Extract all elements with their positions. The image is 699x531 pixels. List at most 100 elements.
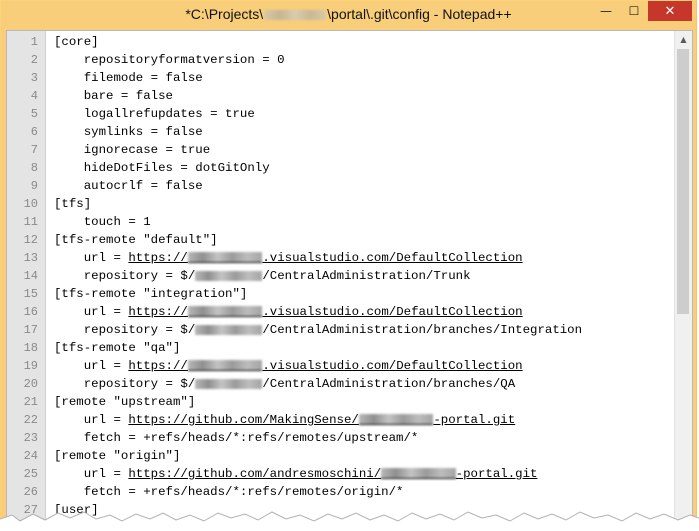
editor-line[interactable]: 14 repository = $/ /CentralAdministration… xyxy=(7,267,674,285)
url-link[interactable]: https:// xyxy=(128,251,188,265)
editor-line[interactable]: 6 symlinks = false xyxy=(7,123,674,141)
code-token: [tfs] xyxy=(54,197,92,211)
redacted-text[interactable] xyxy=(187,252,263,264)
url-link[interactable]: .visualstudio.com/DefaultCollection xyxy=(262,251,522,265)
url-link[interactable]: .visualstudio.com/DefaultCollection xyxy=(262,359,522,373)
editor-line[interactable]: 23 fetch = +refs/heads/*:refs/remotes/up… xyxy=(7,429,674,447)
code-token: /CentralAdministration/branches/QA xyxy=(262,377,516,391)
editor-line[interactable]: 27 [user] xyxy=(7,501,674,519)
editor-line[interactable]: 19 url = https:// .visualstudio.com/Defau… xyxy=(7,357,674,375)
code-token: repositoryformatversion = 0 xyxy=(54,53,285,67)
line-text: filemode = false xyxy=(54,69,203,87)
line-text: symlinks = false xyxy=(54,123,203,141)
line-text: ignorecase = true xyxy=(54,141,210,159)
code-token: repository = $/ xyxy=(54,323,196,337)
title-suffix: \portal\.git\config - Notepad++ xyxy=(327,6,512,22)
editor-line[interactable]: 26 fetch = +refs/heads/*:refs/remotes/or… xyxy=(7,483,674,501)
editor-line[interactable]: 2 repositoryformatversion = 0 xyxy=(7,51,674,69)
code-token: symlinks = false xyxy=(54,125,203,139)
redacted-text[interactable] xyxy=(381,468,456,480)
text-editor[interactable]: 1 [core] 2 repositoryformatversion = 03 fi… xyxy=(6,30,693,528)
editor-line[interactable]: 3 filemode = false xyxy=(7,69,674,87)
scrollbar-thumb[interactable] xyxy=(677,49,689,314)
line-number: 6 xyxy=(30,125,38,139)
line-number: 13 xyxy=(23,251,38,265)
line-number: 2 xyxy=(30,53,38,67)
editor-line[interactable]: 15 [tfs-remote "integration"] xyxy=(7,285,674,303)
line-number: 26 xyxy=(23,485,38,499)
redacted-text[interactable] xyxy=(358,414,434,426)
editor-line[interactable]: 16 url = https:// .visualstudio.com/Defau… xyxy=(7,303,674,321)
line-text: repository = $/ /CentralAdministration/Tr… xyxy=(54,267,471,285)
code-token: /CentralAdministration/Trunk xyxy=(262,269,471,283)
editor-line[interactable]: 25 url = https://github.com/andresmoschi… xyxy=(7,465,674,483)
editor-line[interactable]: 8 hideDotFiles = dotGitOnly xyxy=(7,159,674,177)
editor-line[interactable]: 4 bare = false xyxy=(7,87,674,105)
line-text: autocrlf = false xyxy=(54,177,203,195)
redacted-text[interactable] xyxy=(187,306,263,318)
maximize-button[interactable]: ☐ xyxy=(620,1,648,21)
editor-line[interactable]: 9 autocrlf = false xyxy=(7,177,674,195)
redacted-text xyxy=(195,378,263,389)
line-number: 7 xyxy=(30,143,38,157)
line-number: 1 xyxy=(30,35,38,49)
line-text: [tfs-remote "integration"] xyxy=(54,285,247,303)
scroll-up-icon[interactable]: ▲ xyxy=(675,31,692,48)
redacted-text xyxy=(195,270,263,281)
editor-line[interactable]: 10 [tfs] xyxy=(7,195,674,213)
code-token: bare = false xyxy=(54,89,173,103)
line-text: bare = false xyxy=(54,87,173,105)
code-token: [tfs-remote "default"] xyxy=(54,233,218,247)
editor-line[interactable]: 1 [core] xyxy=(7,33,674,51)
line-text: repository = $/ /CentralAdministration/br… xyxy=(54,375,515,393)
line-number: 16 xyxy=(23,305,38,319)
title-bar[interactable]: *C:\Projects\ \portal\.git\config - Notep… xyxy=(1,1,696,29)
line-text: repository = $/ /CentralAdministration/br… xyxy=(54,321,582,339)
code-token: url = xyxy=(54,305,129,319)
url-link[interactable]: https:// xyxy=(128,305,188,319)
code-token: url = xyxy=(54,359,129,373)
line-number: 5 xyxy=(30,107,38,121)
url-link[interactable]: -portal.git xyxy=(456,467,538,481)
editor-line[interactable]: 12 [tfs-remote "default"] xyxy=(7,231,674,249)
url-link[interactable]: .visualstudio.com/DefaultCollection xyxy=(262,305,522,319)
code-token: url = xyxy=(54,251,129,265)
editor-line[interactable]: 20 repository = $/ /CentralAdministration… xyxy=(7,375,674,393)
code-token: [tfs-remote "integration"] xyxy=(54,287,248,301)
minimize-button[interactable]: — xyxy=(592,1,620,21)
editor-line[interactable]: 11 touch = 1 xyxy=(7,213,674,231)
url-link[interactable]: -portal.git xyxy=(433,413,515,427)
editor-line[interactable]: 7 ignorecase = true xyxy=(7,141,674,159)
editor-line[interactable]: 22 url = https://github.com/MakingSense/… xyxy=(7,411,674,429)
editor-line[interactable]: 24 [remote "origin"] xyxy=(7,447,674,465)
editor-line[interactable]: 17 repository = $/ /CentralAdministration… xyxy=(7,321,674,339)
line-number: 18 xyxy=(23,341,38,355)
line-text: [remote "upstream"] xyxy=(54,393,195,411)
line-number: 11 xyxy=(23,215,38,229)
code-token: url = xyxy=(54,413,129,427)
code-token: url = xyxy=(54,467,129,481)
editor-line[interactable]: 5 logallrefupdates = true xyxy=(7,105,674,123)
line-text: [tfs-remote "default"] xyxy=(54,231,218,249)
url-link[interactable]: https://github.com/MakingSense/ xyxy=(128,413,359,427)
url-link[interactable]: https://github.com/andresmoschini/ xyxy=(128,467,381,481)
close-button[interactable]: ✕ xyxy=(648,1,692,21)
line-text: [remote "origin"] xyxy=(54,447,180,465)
code-token: touch = 1 xyxy=(54,215,151,229)
line-text: logallrefupdates = true xyxy=(54,105,255,123)
line-number: 4 xyxy=(30,89,38,103)
line-number: 19 xyxy=(23,359,38,373)
line-text: fetch = +refs/heads/*:refs/remotes/origi… xyxy=(54,483,404,501)
vertical-scrollbar[interactable]: ▲ xyxy=(674,31,692,528)
line-text: url = https://github.com/MakingSense/ -po… xyxy=(54,411,515,429)
editor-line[interactable]: 13 url = https:// .visualstudio.com/Defau… xyxy=(7,249,674,267)
maximize-icon: ☐ xyxy=(628,4,640,18)
editor-line[interactable]: 21 [remote "upstream"] xyxy=(7,393,674,411)
code-token: autocrlf = false xyxy=(54,179,203,193)
line-number: 3 xyxy=(30,71,38,85)
url-link[interactable]: https:// xyxy=(128,359,188,373)
redacted-text[interactable] xyxy=(187,360,263,372)
editor-line[interactable]: 18 [tfs-remote "qa"] xyxy=(7,339,674,357)
line-text: touch = 1 xyxy=(54,213,151,231)
code-token: [remote "upstream"] xyxy=(54,395,196,409)
